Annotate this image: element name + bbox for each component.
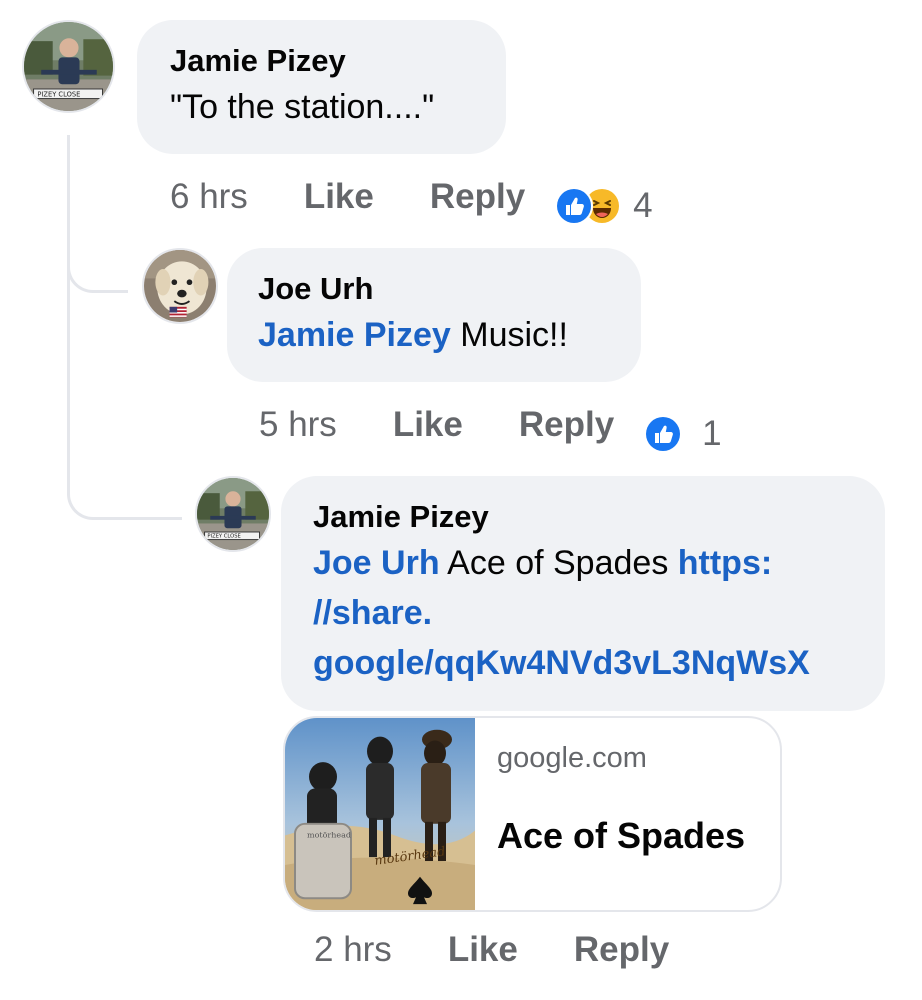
user-photo-icon: PIZEY CLOSE (24, 22, 113, 111)
url-link[interactable]: //share. (313, 594, 432, 632)
link-preview-card[interactable]: motörhead motörhead google.com Ace of Sp… (283, 716, 782, 912)
link-preview-title[interactable]: Ace of Spades (497, 814, 745, 858)
like-icon (644, 415, 683, 453)
like-button[interactable]: Like (393, 405, 463, 445)
like-button[interactable]: Like (304, 177, 374, 217)
comment-author[interactable]: Jamie Pizey (313, 498, 885, 536)
avatar[interactable] (142, 248, 218, 324)
svg-text:PIZEY CLOSE: PIZEY CLOSE (207, 534, 240, 540)
reply-button[interactable]: Reply (430, 177, 525, 217)
comment-text: "To the station...." (170, 88, 435, 126)
like-icon (555, 187, 594, 225)
dog-photo-icon (144, 250, 216, 322)
link-preview-domain: google.com (497, 742, 647, 774)
comment-text-plain: Ace of Spades (439, 544, 678, 582)
comment-bubble: Jamie Pizey "To the station...." (137, 20, 506, 154)
comment-author[interactable]: Joe Urh (258, 270, 641, 308)
comment-actions: 5 hrs Like Reply 1 (259, 400, 722, 453)
comment-author[interactable]: Jamie Pizey (170, 42, 506, 80)
svg-text:PIZEY CLOSE: PIZEY CLOSE (37, 91, 80, 99)
reaction-summary[interactable]: 4 (555, 186, 653, 226)
user-photo-icon: PIZEY CLOSE (197, 478, 269, 550)
avatar[interactable]: PIZEY CLOSE (195, 476, 271, 552)
comment-timestamp[interactable]: 2 hrs (314, 930, 392, 970)
like-button[interactable]: Like (448, 930, 518, 970)
comment-text: Joe Urh Ace of Spades https: //share. go… (313, 538, 885, 688)
comment-timestamp[interactable]: 5 hrs (259, 405, 337, 445)
link-preview-info: google.com Ace of Spades (475, 718, 745, 910)
comment-bubble: Jamie Pizey Joe Urh Ace of Spades https:… (281, 476, 885, 711)
reaction-count: 4 (633, 186, 653, 225)
comment-actions: 6 hrs Like Reply 4 (170, 172, 653, 225)
thread-connector-line (67, 135, 182, 520)
comment-actions: 2 hrs Like Reply (314, 925, 669, 975)
comment-timestamp[interactable]: 6 hrs (170, 177, 248, 217)
reply-button[interactable]: Reply (519, 405, 614, 445)
mention-link[interactable]: Jamie Pizey (258, 316, 451, 354)
url-link[interactable]: https: (678, 544, 772, 582)
comment-text-plain: Music!! (450, 316, 568, 354)
comment-text: Jamie Pizey Music!! (258, 310, 641, 360)
comment-thread: PIZEY CLOSE Jamie Pizey "To the station.… (0, 0, 922, 1000)
mention-link[interactable]: Joe Urh (313, 544, 440, 582)
album-cover-image: motörhead motörhead (285, 718, 475, 910)
url-link[interactable]: google/qqKw4NVd3vL3NqWsX (313, 644, 810, 682)
comment-bubble: Joe Urh Jamie Pizey Music!! (227, 248, 641, 382)
reaction-count: 1 (702, 414, 722, 453)
avatar[interactable]: PIZEY CLOSE (22, 20, 115, 113)
reaction-summary[interactable]: 1 (644, 414, 722, 454)
svg-text:motörhead: motörhead (307, 831, 351, 840)
reply-button[interactable]: Reply (574, 930, 669, 970)
